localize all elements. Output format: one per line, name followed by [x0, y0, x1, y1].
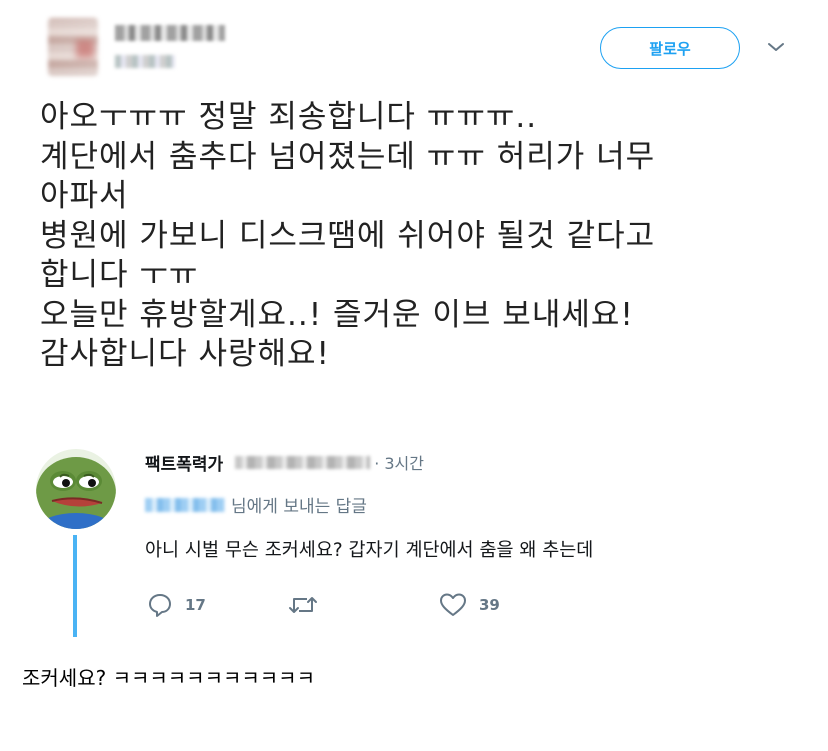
author-handle-blurred [115, 55, 175, 68]
reply-author-handle-blurred[interactable] [235, 455, 371, 469]
bottom-caption: 조커세요? ㅋㅋㅋㅋㅋㅋㅋㅋㅋㅋㅋ [22, 666, 315, 690]
author-avatar[interactable] [48, 18, 98, 76]
retweet-icon [289, 597, 317, 613]
like-count: 39 [479, 596, 500, 614]
reply-author-name[interactable]: 팩트폭력가 [145, 450, 223, 475]
thread-line [73, 535, 77, 637]
tweet-text: 아오ㅜㅠㅠ 정말 죄송합니다 ㅠㅠㅠ.. 계단에서 춤추다 넘어졌는데 ㅠㅠ 허… [40, 99, 656, 372]
follow-button[interactable]: 팔로우 [600, 27, 740, 69]
reply-text: 아니 시벌 무슨 조커세요? 갑자기 계단에서 춤을 왜 추는데 [145, 540, 594, 561]
replying-to-handle-blurred[interactable] [145, 497, 225, 512]
reply-action[interactable]: 17 [147, 592, 206, 618]
like-action[interactable]: 39 [439, 592, 500, 618]
chevron-down-icon[interactable] [766, 40, 786, 54]
like-icon [440, 593, 466, 616]
reply-count: 17 [185, 596, 206, 614]
reply-header: 팩트폭력가 · 3시간 [145, 450, 424, 475]
replying-to: 님에게 보내는 답글 [145, 492, 367, 517]
pepe-frog-avatar [36, 449, 116, 529]
retweet-action[interactable] [287, 592, 319, 618]
reply-timestamp[interactable]: · 3시간 [374, 450, 424, 474]
reply-avatar[interactable] [36, 449, 116, 529]
replying-to-label: 님에게 보내는 답글 [231, 497, 367, 517]
author-name-blurred[interactable] [115, 25, 225, 41]
reply-icon [149, 594, 171, 617]
